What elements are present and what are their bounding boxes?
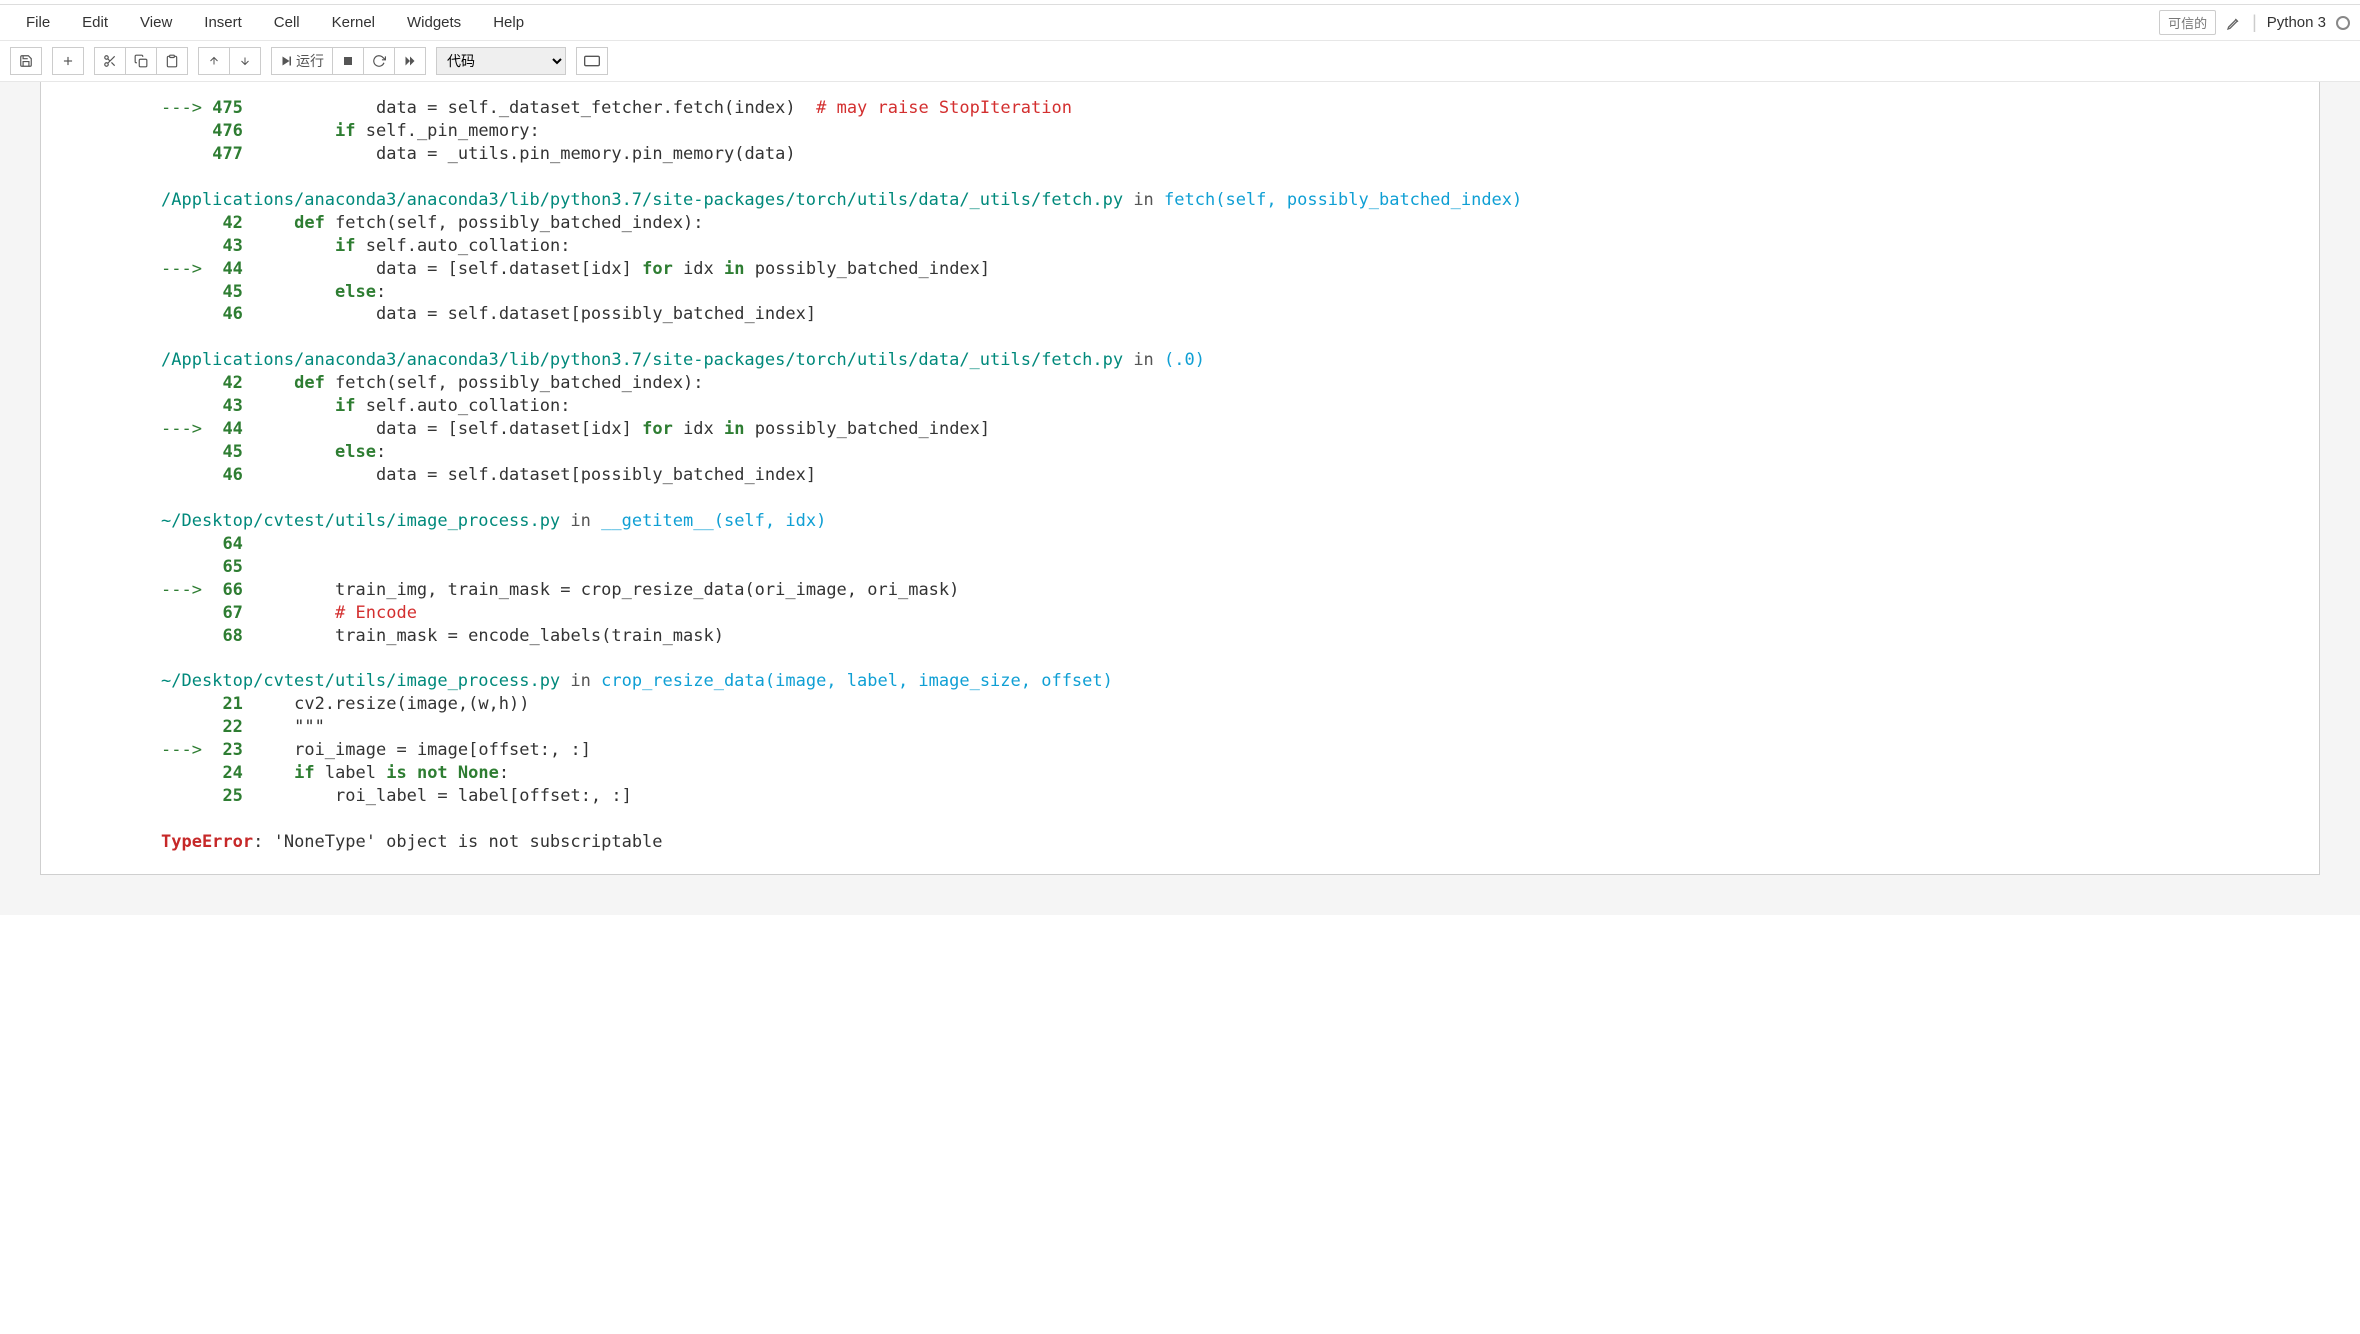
menubar-right: 可信的 | Python 3 xyxy=(2159,10,2350,35)
cut-button[interactable] xyxy=(94,47,126,75)
paste-button[interactable] xyxy=(156,47,188,75)
kernel-separator: | xyxy=(2252,12,2257,33)
save-button[interactable] xyxy=(10,47,42,75)
pencil-icon[interactable] xyxy=(2226,15,2242,31)
run-button-label: 运行 xyxy=(296,51,324,71)
trusted-button[interactable]: 可信的 xyxy=(2159,10,2216,35)
interrupt-button[interactable] xyxy=(332,47,364,75)
menubar: File Edit View Insert Cell Kernel Widget… xyxy=(0,5,2360,41)
copy-button[interactable] xyxy=(125,47,157,75)
menu-insert[interactable]: Insert xyxy=(188,5,258,41)
kernel-name[interactable]: Python 3 xyxy=(2267,14,2326,31)
menu-view[interactable]: View xyxy=(124,5,188,41)
menu-widgets[interactable]: Widgets xyxy=(391,5,477,41)
restart-run-all-button[interactable] xyxy=(394,47,426,75)
toolbar: 运行 代码 xyxy=(0,41,2360,82)
move-up-button[interactable] xyxy=(198,47,230,75)
traceback-output: ---> 475 data = self._dataset_fetcher.fe… xyxy=(40,82,2320,875)
cell-type-select[interactable]: 代码 xyxy=(436,47,566,75)
kernel-indicator-icon[interactable] xyxy=(2336,16,2350,30)
menu-edit[interactable]: Edit xyxy=(66,5,124,41)
menu-cell[interactable]: Cell xyxy=(258,5,316,41)
restart-button[interactable] xyxy=(363,47,395,75)
menu-help[interactable]: Help xyxy=(477,5,540,41)
run-button[interactable]: 运行 xyxy=(271,47,333,75)
insert-cell-button[interactable] xyxy=(52,47,84,75)
command-palette-button[interactable] xyxy=(576,47,608,75)
menu-kernel[interactable]: Kernel xyxy=(316,5,391,41)
menubar-left: File Edit View Insert Cell Kernel Widget… xyxy=(10,5,540,41)
notebook-area[interactable]: ---> 475 data = self._dataset_fetcher.fe… xyxy=(0,82,2360,915)
menu-file[interactable]: File xyxy=(10,5,66,41)
move-down-button[interactable] xyxy=(229,47,261,75)
